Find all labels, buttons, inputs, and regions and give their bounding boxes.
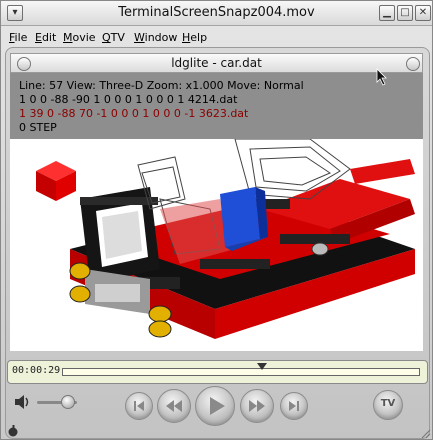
timecode: 00:00:29 [12,365,61,376]
fast-forward-icon [249,400,265,412]
tv-icon: TV [380,398,396,409]
menu-qtv[interactable]: QTV [102,31,125,44]
status-line-4: 0 STEP [19,121,57,134]
play-icon [210,397,225,415]
rewind-icon [166,400,182,412]
ldglite-title: ldglite - car.dat [171,56,262,70]
speaker-icon[interactable] [13,393,33,411]
rear-bar [350,159,415,184]
menu-qtv-rest: TV [110,31,125,44]
step-forward-button[interactable] [280,392,308,420]
model-viewport[interactable] [10,139,423,351]
title-bar[interactable]: ▾ TerminalScreenSnapz004.mov ▁ □ ✕ [1,1,432,26]
menu-window[interactable]: Window [134,31,177,44]
step-back-button[interactable] [125,392,153,420]
maximize-icon[interactable]: □ [397,5,413,21]
playhead-icon[interactable] [257,363,268,370]
resize-grip-icon[interactable] [419,427,431,439]
menu-bar: File Edit Movie QTV Window Help [1,28,432,46]
menu-window-rest: indow [144,31,178,44]
timeline-bar: 00:00:29 [7,360,428,384]
menu-movie[interactable]: Movie [63,31,96,44]
menu-edit[interactable]: Edit [35,31,56,44]
ldglite-status-panel: Line: 57 View: Three-D Zoom: x1.000 Move… [10,73,423,139]
minimize-icon[interactable]: ▁ [379,5,395,21]
lego-car-model [36,139,415,339]
volume-slider-knob[interactable] [61,395,75,409]
play-button[interactable] [195,386,235,426]
timeline-track[interactable] [62,363,420,376]
menu-movie-rest: ovie [72,31,96,44]
step-forward-icon [289,401,299,411]
status-line-2: 1 0 0 -88 -90 1 0 0 0 1 0 0 0 1 4214.dat [19,93,238,106]
menu-help[interactable]: Help [182,31,207,44]
menu-file-rest: ile [14,31,28,44]
close-icon[interactable]: ✕ [415,5,431,21]
floating-red-brick [36,161,76,201]
window-title: TerminalScreenSnapz004.mov [118,5,315,20]
apple-logo-icon [8,425,18,437]
menu-file[interactable]: File [9,31,27,44]
fast-forward-button[interactable] [240,389,274,423]
rewind-button[interactable] [157,389,191,423]
menu-help-rest: elp [190,31,208,44]
mouse-cursor-icon [376,68,387,86]
status-line-3: 1 39 0 -88 70 -1 0 0 0 1 0 0 0 -1 3623.d… [19,107,249,120]
quicktime-window: ▾ TerminalScreenSnapz004.mov ▁ □ ✕ File … [0,0,433,440]
ldglite-title-bar[interactable]: ldglite - car.dat [10,53,423,73]
ldglite-zoom-icon[interactable] [406,57,420,71]
status-line-1: Line: 57 View: Three-D Zoom: x1.000 Move… [19,79,304,92]
step-back-icon [134,401,144,411]
tv-button[interactable]: TV [373,390,403,420]
menu-edit-rest: dit [41,31,57,44]
